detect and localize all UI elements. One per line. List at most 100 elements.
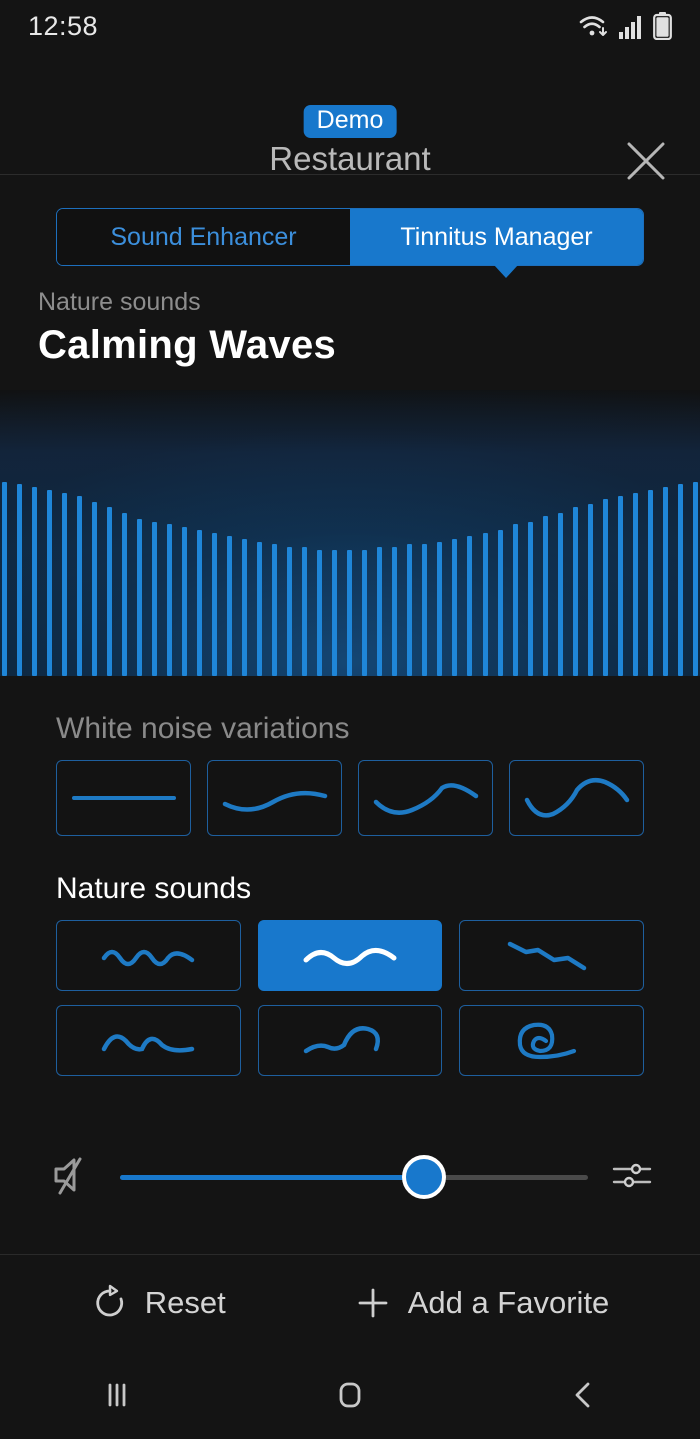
waveform-bar (497, 530, 503, 676)
nature-sound-ripple[interactable] (56, 920, 241, 991)
home-button[interactable] (302, 1350, 398, 1439)
equalizer-icon (612, 1163, 652, 1187)
curling-wave-icon (303, 1025, 380, 1053)
nature-sound-smooth[interactable] (257, 920, 443, 991)
waveform-bar (512, 524, 518, 676)
waveform-bar (572, 507, 578, 676)
waveform-bar (77, 495, 83, 676)
equalizer-button[interactable] (610, 1156, 654, 1199)
android-nav-bar (0, 1350, 700, 1439)
waveform-bar (617, 495, 623, 676)
page-title: Restaurant (269, 140, 431, 177)
nature-sound-rolling[interactable] (56, 1005, 241, 1076)
waveform-bar (212, 533, 218, 676)
waveform-bar (647, 490, 653, 676)
plus-icon (358, 1288, 388, 1317)
waveform-bar (452, 538, 458, 676)
nature-sounds-section: Nature sounds (0, 872, 700, 1076)
waveform-bar (632, 492, 638, 676)
waveform-bar (347, 550, 353, 676)
app-screen: 12:58 Demo Restaurant Sound Enhancer Tin… (0, 0, 700, 1439)
nature-sound-descending[interactable] (459, 920, 644, 991)
rolling-wave-icon (102, 1033, 195, 1053)
nature-sound-spiral[interactable] (459, 1005, 644, 1076)
flat-line-icon (71, 796, 176, 800)
waveform-bar (527, 521, 533, 676)
waveform-bar (362, 550, 368, 676)
waveform-bar (122, 512, 128, 676)
waveform-bar (332, 550, 338, 676)
cellular-signal-icon (619, 16, 641, 39)
slider-fill (120, 1174, 425, 1180)
reset-icon (95, 1284, 123, 1316)
nature-sound-curling[interactable] (257, 1005, 443, 1076)
steep-wave-icon (524, 778, 629, 818)
back-icon (575, 1382, 590, 1407)
nature-sounds-options (56, 920, 644, 1076)
waveform-bar (257, 541, 263, 676)
waveform-bar (587, 504, 593, 676)
tab-active-pointer (494, 265, 518, 278)
waveform-bar (197, 530, 203, 676)
waveform-bar (437, 541, 443, 676)
waveform-bar (32, 487, 38, 676)
waveform-bar (182, 527, 188, 676)
app-header: Demo Restaurant (0, 52, 700, 180)
slider-thumb[interactable] (402, 1155, 447, 1199)
back-button[interactable] (535, 1350, 631, 1439)
add-favorite-button[interactable]: Add a Favorite (354, 1284, 609, 1322)
now-playing-category: Nature sounds (38, 288, 201, 316)
waveform-visualizer (0, 390, 700, 676)
home-icon (339, 1382, 361, 1407)
nature-sounds-label: Nature sounds (56, 872, 252, 905)
volume-slider[interactable] (120, 1155, 588, 1199)
waveform-bar (557, 512, 563, 676)
tab-tinnitus-manager[interactable]: Tinnitus Manager (350, 209, 643, 265)
mute-button[interactable] (46, 1149, 98, 1206)
volume-row (0, 1132, 700, 1222)
white-noise-option-medium[interactable] (358, 760, 493, 836)
white-noise-option-flat[interactable] (56, 760, 191, 836)
white-noise-options (56, 760, 644, 836)
waveform-bar (317, 550, 323, 676)
wifi-icon (579, 16, 607, 36)
waveform-bar (17, 484, 23, 676)
reset-button[interactable]: Reset (91, 1284, 226, 1322)
waveform-bar (602, 498, 608, 676)
white-noise-option-gentle[interactable] (207, 760, 342, 836)
status-time: 12:58 (28, 10, 99, 41)
waveform-bar (152, 521, 158, 676)
mute-icon (54, 1157, 82, 1194)
white-noise-label: White noise variations (56, 712, 350, 745)
tab-sound-enhancer[interactable]: Sound Enhancer (57, 209, 350, 265)
white-noise-option-steep[interactable] (509, 760, 644, 836)
white-noise-section: White noise variations (0, 712, 700, 836)
descending-wave-icon (507, 941, 586, 970)
waveform-bar (92, 501, 98, 676)
status-icons (579, 12, 672, 40)
battery-icon (653, 12, 672, 40)
waveform-bar (692, 481, 698, 676)
waveform-bar (542, 515, 548, 676)
waveform-bar (407, 544, 413, 676)
recents-button[interactable] (69, 1350, 165, 1439)
demo-badge: Demo (303, 105, 397, 138)
recents-icon (108, 1383, 126, 1406)
now-playing: Nature sounds Calming Waves (0, 266, 700, 368)
waveform-bar (47, 490, 53, 676)
waveform-bar (662, 487, 668, 676)
waveform-bar (242, 538, 248, 676)
status-bar: 12:58 (0, 0, 700, 52)
waveform-bar (62, 492, 68, 676)
waveform-bar (167, 524, 173, 676)
waveform-bar (377, 547, 383, 676)
waveform-bar (392, 547, 398, 676)
now-playing-title: Calming Waves (38, 323, 337, 367)
waveform-bar (2, 481, 7, 676)
waveform-bar (302, 547, 308, 676)
medium-wave-icon (373, 783, 478, 815)
waveform-bar (467, 535, 473, 676)
waveform-bar (287, 547, 293, 676)
waveform-bar (482, 533, 488, 676)
waveform-bar (677, 484, 683, 676)
